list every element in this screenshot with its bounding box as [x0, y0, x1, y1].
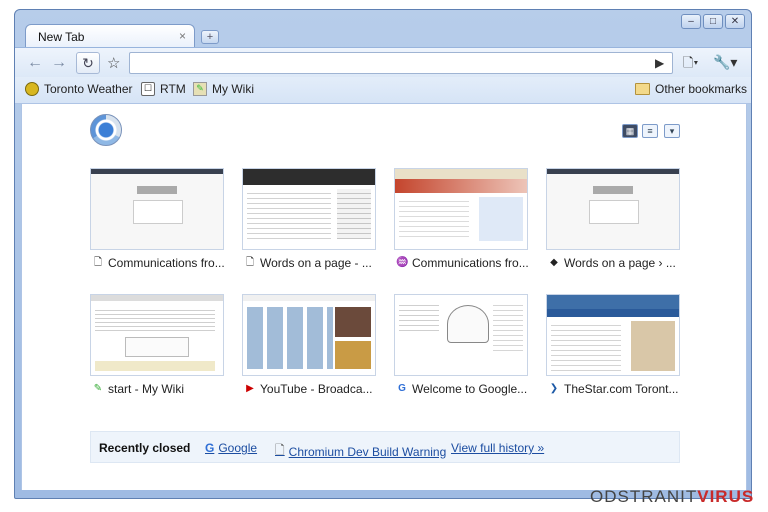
thumbnail-5[interactable]	[90, 294, 224, 376]
wiki-icon: ✎	[193, 82, 207, 96]
minimize-button[interactable]: –	[681, 14, 701, 29]
bookmark-label: RTM	[160, 82, 186, 96]
address-bar[interactable]	[129, 52, 673, 74]
recently-closed-chromium-warning[interactable]: 🗋 Chromium Dev Build Warning	[275, 441, 446, 462]
watermark: ODSTRANITVIRUS	[590, 487, 755, 506]
tab-title: New Tab	[38, 30, 85, 44]
bookmark-rtm[interactable]: ☐ RTM	[141, 82, 186, 96]
bookmark-label: Toronto Weather	[44, 82, 133, 96]
other-bookmarks[interactable]: Other bookmarks	[635, 82, 747, 96]
bookmark-star-icon[interactable]: ☆	[107, 54, 120, 72]
page-icon: 🗋	[93, 257, 103, 268]
thumbnail-8[interactable]	[546, 294, 680, 376]
thumbnail-2[interactable]	[242, 168, 376, 250]
youtube-icon: ▶	[246, 383, 254, 394]
thumbnail-3[interactable]	[394, 168, 528, 250]
folder-icon	[635, 83, 650, 95]
new-tab-button[interactable]: +	[201, 30, 219, 44]
page-icon: 🗋	[245, 257, 255, 268]
go-button[interactable]: ▶	[655, 56, 664, 70]
thumbnail-caption-4[interactable]: ◆ Words on a page › ...	[548, 256, 682, 270]
thumbnail-caption-3[interactable]: ♒ Communications fro...	[396, 256, 530, 270]
wiki-icon: ✎	[93, 383, 103, 394]
google-icon: G	[398, 383, 406, 394]
page-menu-button[interactable]: 🗋▾	[683, 54, 698, 76]
new-tab-page: ▦ ≡ ▾ 🗋 Communications fro... 🗋 Words on…	[21, 104, 747, 490]
dark-icon: ◆	[550, 257, 558, 268]
back-button[interactable]: ←	[23, 52, 47, 74]
recently-closed-label: Recently closed	[99, 441, 191, 455]
star-icon: ❯	[549, 383, 559, 394]
thumbnail-caption-5[interactable]: ✎ start - My Wiki	[92, 382, 226, 396]
bookmark-toronto-weather[interactable]: Toronto Weather	[25, 82, 133, 96]
bookmark-my-wiki[interactable]: ✎ My Wiki	[193, 82, 254, 96]
toolbar: ← → ↻ ☆ ▶ 🗋▾ 🔧▾	[15, 47, 751, 78]
reload-button[interactable]: ↻	[76, 52, 100, 74]
thumbnail-1[interactable]	[90, 168, 224, 250]
rtm-icon: ☐	[141, 82, 155, 96]
recently-closed-bar: Recently closed G Google 🗋 Chromium Dev …	[90, 431, 680, 463]
close-window-button[interactable]: ✕	[725, 14, 745, 29]
chromium-logo-icon	[90, 114, 122, 146]
browser-window: – □ ✕ New Tab × + ← → ↻ ☆ ▶ 🗋▾ 🔧▾ Toront…	[14, 9, 752, 499]
weather-icon	[25, 82, 39, 96]
page-icon: 🗋	[275, 443, 285, 457]
recently-closed-google[interactable]: G Google	[205, 441, 257, 455]
forward-button[interactable]: →	[47, 52, 71, 74]
google-icon: G	[205, 441, 215, 455]
tools-menu-button[interactable]: 🔧▾	[713, 54, 737, 71]
thumbnail-caption-2[interactable]: 🗋 Words on a page - ...	[244, 256, 378, 270]
tab-close-icon[interactable]: ×	[179, 29, 186, 43]
bookmarks-bar: Toronto Weather ☐ RTM ✎ My Wiki Other bo…	[15, 77, 751, 104]
window-controls: – □ ✕	[681, 14, 745, 29]
thumbnail-7[interactable]	[394, 294, 528, 376]
list-view-icon[interactable]: ≡	[642, 124, 658, 138]
thumbnail-view-icon[interactable]: ▦	[622, 124, 638, 138]
thumbnail-caption-8[interactable]: ❯ TheStar.com Toront...	[548, 382, 682, 396]
thumbnail-caption-6[interactable]: ▶ YouTube - Broadca...	[244, 382, 378, 396]
thumbnail-4[interactable]	[546, 168, 680, 250]
thumbnail-caption-7[interactable]: G Welcome to Google...	[396, 382, 530, 396]
other-bookmarks-label: Other bookmarks	[655, 82, 748, 96]
thumbnail-6[interactable]	[242, 294, 376, 376]
view-full-history-link[interactable]: View full history »	[451, 441, 544, 455]
tab-new-tab[interactable]: New Tab ×	[25, 24, 195, 48]
comm-icon: ♒	[396, 257, 409, 268]
options-dropdown-icon[interactable]: ▾	[664, 124, 680, 138]
bookmark-label: My Wiki	[212, 82, 254, 96]
maximize-button[interactable]: □	[703, 14, 723, 29]
thumbnail-caption-1[interactable]: 🗋 Communications fro...	[92, 256, 226, 270]
